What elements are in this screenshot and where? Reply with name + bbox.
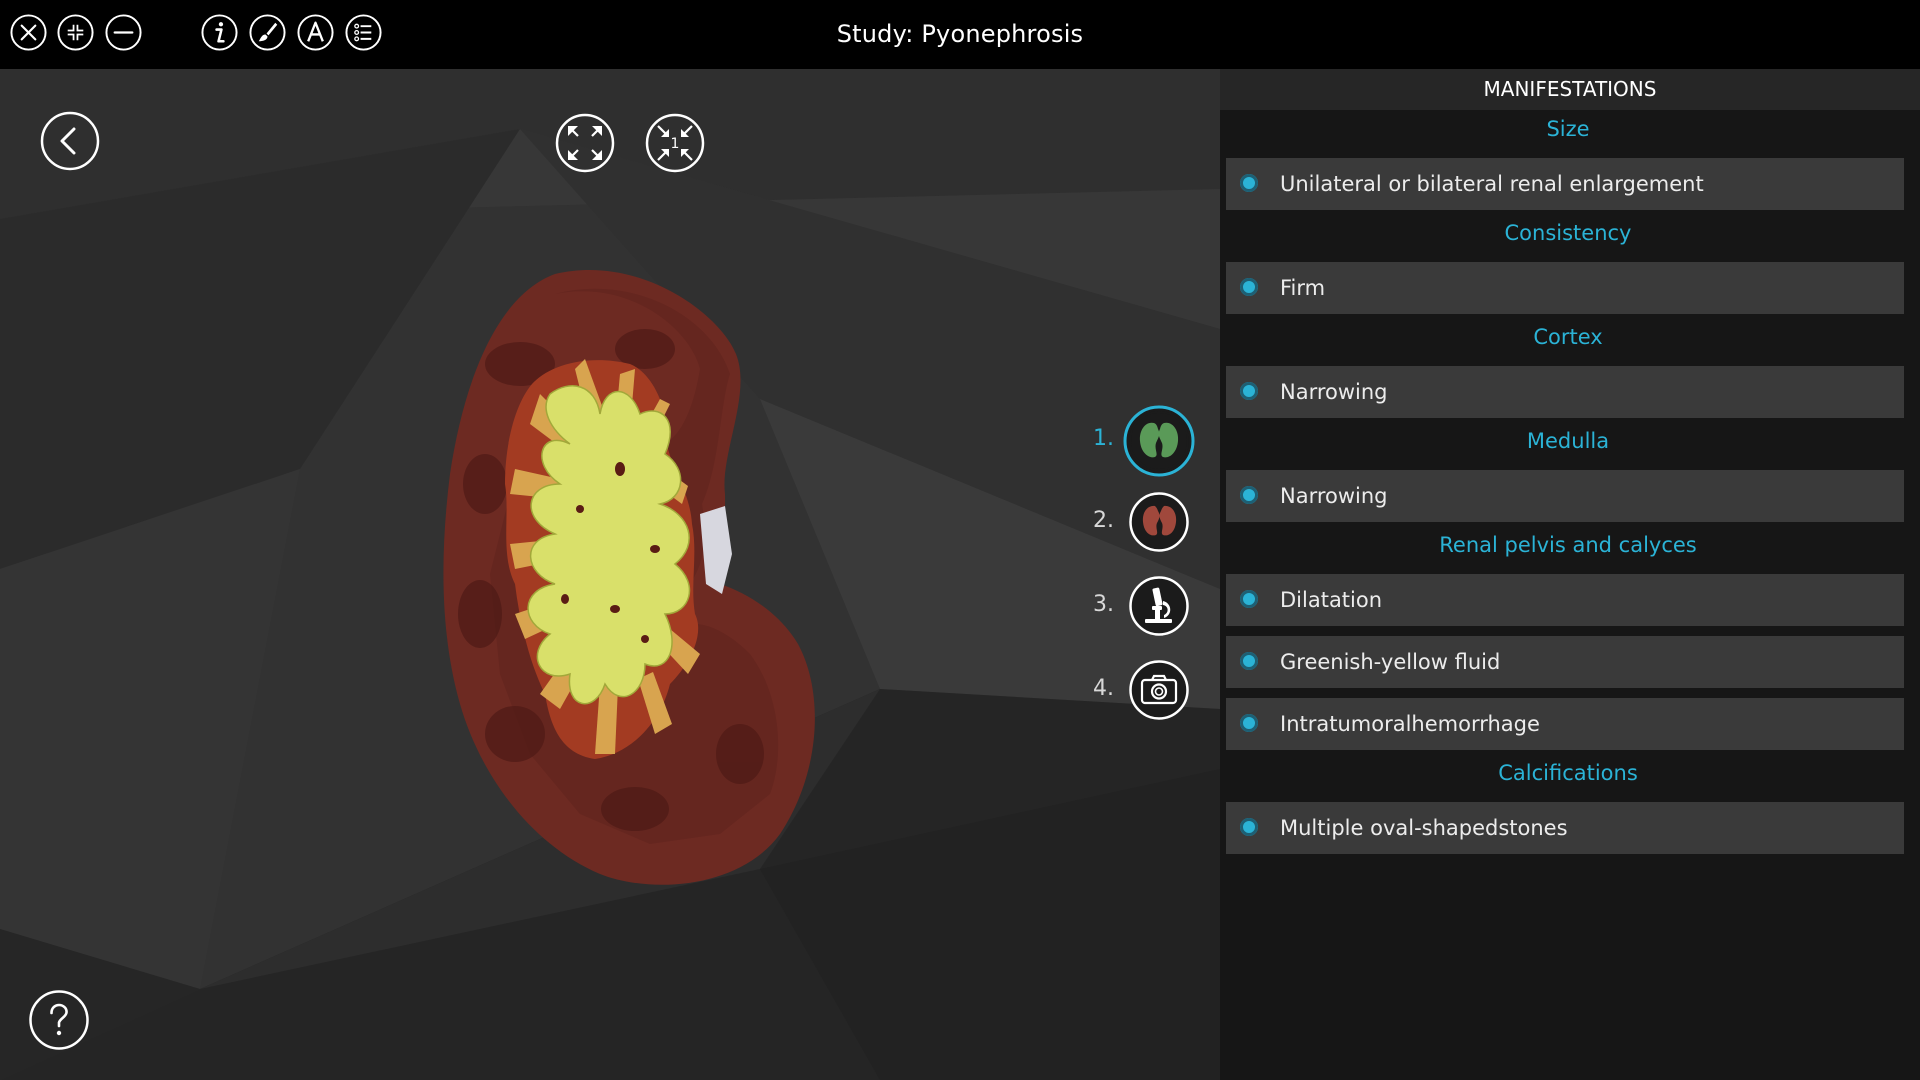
step-4-number: 4.: [1093, 676, 1114, 701]
bullet-icon: [1240, 590, 1258, 608]
manifestation-item[interactable]: Narrowing: [1226, 366, 1904, 418]
model-viewer[interactable]: 1 1. 2. 3. 4.: [0, 69, 1220, 1080]
bullet-icon: [1240, 174, 1258, 192]
kidney-red-icon[interactable]: [1128, 491, 1190, 557]
manifestation-label: Firm: [1280, 276, 1326, 300]
compress-badge: 1: [671, 136, 680, 152]
kidney-green-icon[interactable]: [1123, 405, 1195, 481]
step-3-number: 3.: [1093, 592, 1114, 617]
manifestation-label: Intratumoralhemorrhage: [1280, 712, 1540, 736]
manifestation-label: Unilateral or bilateral renal enlargemen…: [1280, 172, 1704, 196]
microscope-icon[interactable]: [1128, 575, 1190, 641]
expand-icon[interactable]: [554, 112, 616, 174]
manifestation-item[interactable]: Unilateral or bilateral renal enlargemen…: [1226, 158, 1904, 210]
panel-title: MANIFESTATIONS: [1483, 77, 1657, 101]
step-4[interactable]: 4.: [1080, 659, 1190, 735]
manifestation-label: Narrowing: [1280, 380, 1388, 404]
step-3[interactable]: 3.: [1080, 575, 1190, 651]
section-title-cortex: Cortex: [1533, 325, 1603, 349]
manifestation-label: Dilatation: [1280, 588, 1383, 612]
window-title: Study: Pyonephrosis: [836, 20, 1084, 48]
manifestation-item[interactable]: Intratumoralhemorrhage: [1226, 698, 1904, 750]
top-bar: Study: Pyonephrosis: [0, 0, 1920, 69]
section-title-calcifications: Calcifications: [1498, 761, 1638, 785]
bullet-icon: [1240, 278, 1258, 296]
section-title-renal-pelvis: Renal pelvis and calyces: [1439, 533, 1697, 557]
manifestation-label: Multiple oval-shapedstones: [1280, 816, 1568, 840]
manifestation-item[interactable]: Firm: [1226, 262, 1904, 314]
step-1[interactable]: 1.: [1080, 405, 1195, 481]
manifestation-item[interactable]: Multiple oval-shapedstones: [1226, 802, 1904, 854]
step-1-number: 1.: [1093, 426, 1114, 451]
back-icon[interactable]: [39, 110, 101, 172]
manifestation-label: Greenish-yellow fluid: [1280, 650, 1501, 674]
section-title-medulla: Medulla: [1526, 429, 1610, 453]
step-2[interactable]: 2.: [1080, 491, 1190, 567]
panel-header: MANIFESTATIONS: [1220, 69, 1920, 110]
camera-icon[interactable]: [1128, 659, 1190, 725]
manifestation-label: Narrowing: [1280, 484, 1388, 508]
kidney-model[interactable]: [420, 254, 840, 894]
bullet-icon: [1240, 818, 1258, 836]
help-icon[interactable]: [28, 989, 90, 1051]
section-title-consistency: Consistency: [1504, 221, 1632, 245]
bullet-icon: [1240, 714, 1258, 732]
bullet-icon: [1240, 382, 1258, 400]
manifestation-item[interactable]: Narrowing: [1226, 470, 1904, 522]
bullet-icon: [1240, 652, 1258, 670]
manifestation-item[interactable]: Greenish-yellow fluid: [1226, 636, 1904, 688]
step-2-number: 2.: [1093, 508, 1114, 533]
manifestation-item[interactable]: Dilatation: [1226, 574, 1904, 626]
bullet-icon: [1240, 486, 1258, 504]
compress-icon[interactable]: 1: [644, 112, 706, 174]
manifestations-panel: MANIFESTATIONS Size Unilateral or bilate…: [1220, 69, 1920, 1080]
section-title-size: Size: [1546, 117, 1590, 141]
